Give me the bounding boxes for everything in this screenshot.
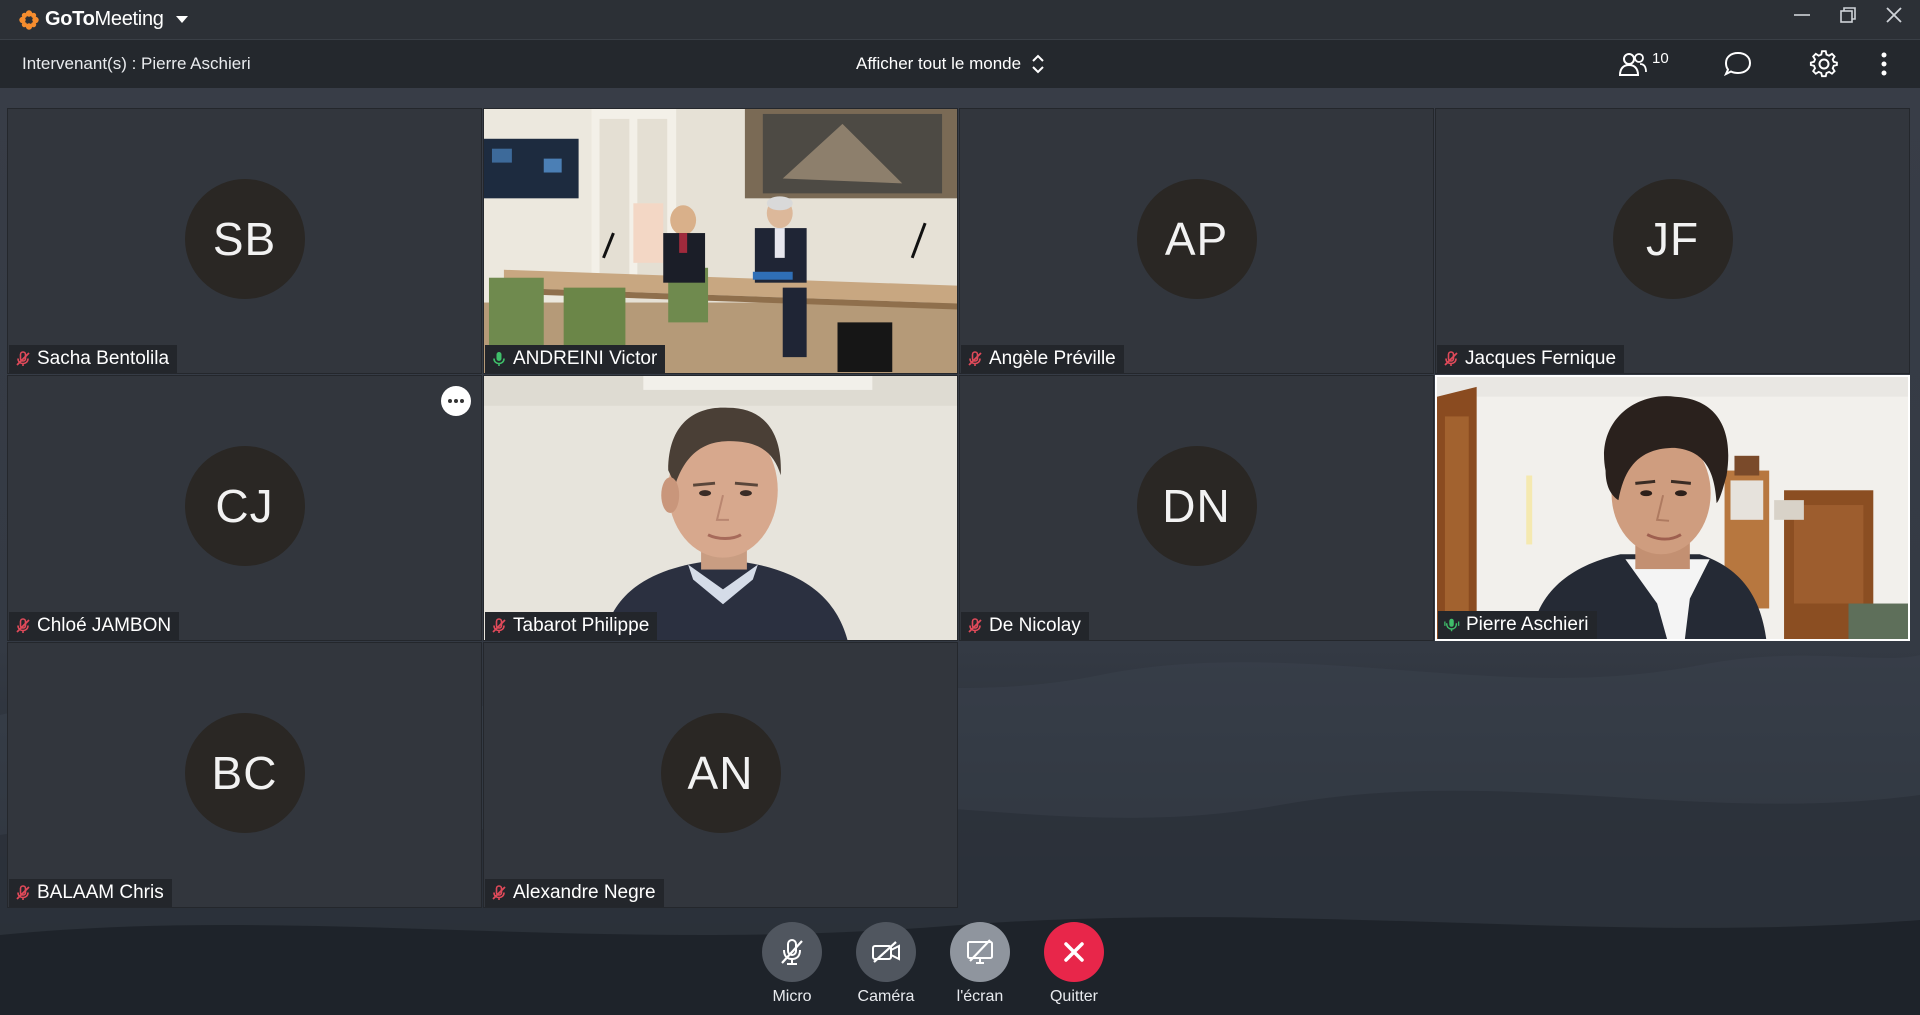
name-tag: Angèle Préville: [961, 345, 1124, 373]
avatar: BC: [184, 713, 305, 833]
chevron-updown-icon: [1032, 54, 1044, 74]
title-bar: GoToMeeting: [0, 0, 1920, 39]
avatar: AN: [660, 713, 781, 833]
participant-name: Alexandre Negre: [513, 882, 656, 903]
micro-button[interactable]: Micro: [760, 922, 824, 1006]
chat-bubble-icon: [1723, 51, 1752, 77]
name-tag: Tabarot Philippe: [485, 612, 658, 640]
quit-button[interactable]: Quitter: [1042, 922, 1106, 1006]
name-tag: Jacques Fernique: [1437, 345, 1625, 373]
participants-count: 10: [1652, 49, 1669, 67]
window-controls: [1790, 0, 1906, 30]
meeting-controls: Micro Caméra l'écran Quitter: [760, 922, 1120, 1012]
speaker-label: Intervenant(s) : Pierre Aschieri: [22, 54, 251, 73]
avatar: AP: [1136, 179, 1257, 299]
participant-name: Sacha Bentolila: [37, 348, 170, 369]
name-tag: Sacha Bentolila: [9, 345, 178, 373]
app-logo[interactable]: GoToMeeting: [18, 8, 189, 31]
participant-tile[interactable]: CJ Chloé JAMBON: [7, 375, 482, 641]
mic-muted-icon: [491, 885, 507, 901]
restore-icon: [1840, 7, 1856, 23]
participant-name: ANDREINI Victor: [513, 348, 658, 369]
screen-share-off-icon: [967, 939, 993, 964]
participant-tile[interactable]: AN Alexandre Negre: [483, 642, 958, 908]
chevron-down-icon[interactable]: [175, 15, 189, 25]
name-tag: Alexandre Negre: [485, 879, 664, 907]
quit-circle[interactable]: [1044, 922, 1104, 982]
participant-tile[interactable]: JF Jacques Fernique: [1435, 108, 1910, 374]
camera-off-icon: [872, 941, 900, 963]
micro-label: Micro: [772, 988, 812, 1005]
participant-tile[interactable]: Tabarot Philippe: [483, 375, 958, 641]
camera-circle[interactable]: [856, 922, 916, 982]
restore-button[interactable]: [1836, 3, 1860, 27]
view-selector-label: Afficher tout le monde: [856, 54, 1022, 73]
tile-options-button[interactable]: [441, 386, 471, 416]
camera-button[interactable]: Caméra: [854, 922, 918, 1006]
avatar: DN: [1136, 446, 1257, 566]
mic-muted-icon: [1443, 351, 1459, 367]
participant-name: Jacques Fernique: [1465, 348, 1617, 369]
participant-name: Angèle Préville: [989, 348, 1116, 369]
video-feed: [484, 376, 957, 640]
participant-name: Chloé JAMBON: [37, 615, 172, 636]
settings-button[interactable]: [1809, 48, 1839, 80]
meeting-toolbar: Intervenant(s) : Pierre Aschieri Affiche…: [0, 39, 1920, 89]
screen-share-button[interactable]: l'écran: [948, 922, 1012, 1006]
close-window-button[interactable]: [1882, 3, 1906, 27]
name-tag: Pierre Aschieri: [1438, 611, 1597, 639]
horizontal-dots-icon: [448, 399, 464, 403]
avatar: SB: [184, 179, 305, 299]
participant-tile[interactable]: BC BALAAM Chris: [7, 642, 482, 908]
mic-muted-icon: [967, 351, 983, 367]
close-icon: [1064, 942, 1084, 962]
participant-tile[interactable]: AP Angèle Préville: [959, 108, 1434, 374]
screen-circle[interactable]: [950, 922, 1010, 982]
mic-off-icon: [781, 939, 803, 965]
participant-tile[interactable]: DN De Nicolay: [959, 375, 1434, 641]
mic-muted-icon: [15, 351, 31, 367]
video-stage: SB Sacha Bentolila ANDREINI Victor AP An…: [0, 88, 1920, 1015]
participant-name: Tabarot Philippe: [513, 615, 650, 636]
mic-muted-icon: [967, 618, 983, 634]
mic-muted-icon: [491, 618, 507, 634]
video-feed: [1437, 377, 1908, 639]
participant-name: De Nicolay: [989, 615, 1081, 636]
goto-flower-icon: [19, 9, 39, 30]
quit-label: Quitter: [1049, 988, 1098, 1005]
micro-circle[interactable]: [762, 922, 822, 982]
view-selector[interactable]: Afficher tout le monde: [856, 53, 1045, 75]
video-feed: [484, 109, 957, 373]
vertical-dots-icon: [1881, 52, 1887, 76]
mic-muted-icon: [15, 618, 31, 634]
avatar: CJ: [184, 446, 305, 566]
close-icon: [1886, 7, 1902, 23]
app-name: GoToMeeting: [45, 8, 164, 30]
mic-speaking-icon: [1444, 617, 1460, 633]
name-tag: BALAAM Chris: [9, 879, 172, 907]
participants-button[interactable]: 10: [1618, 48, 1669, 80]
name-tag: Chloé JAMBON: [9, 612, 180, 640]
name-tag: De Nicolay: [961, 612, 1089, 640]
minimize-button[interactable]: [1790, 3, 1814, 27]
participant-tile[interactable]: ANDREINI Victor: [483, 108, 958, 374]
participant-tile[interactable]: SB Sacha Bentolila: [7, 108, 482, 374]
gear-icon: [1809, 50, 1838, 78]
name-tag: ANDREINI Victor: [485, 345, 666, 373]
avatar: JF: [1612, 179, 1733, 299]
participant-tile-speaking[interactable]: Pierre Aschieri: [1435, 375, 1910, 641]
people-icon: [1618, 53, 1647, 76]
screen-label: l'écran: [956, 988, 1004, 1005]
minimize-icon: [1794, 14, 1810, 16]
participant-name: Pierre Aschieri: [1466, 614, 1589, 635]
chat-button[interactable]: [1723, 48, 1753, 80]
camera-label: Caméra: [857, 988, 915, 1005]
mic-muted-icon: [15, 885, 31, 901]
mic-active-icon: [491, 351, 507, 367]
participant-name: BALAAM Chris: [37, 882, 164, 903]
more-options-button[interactable]: [1880, 48, 1888, 80]
